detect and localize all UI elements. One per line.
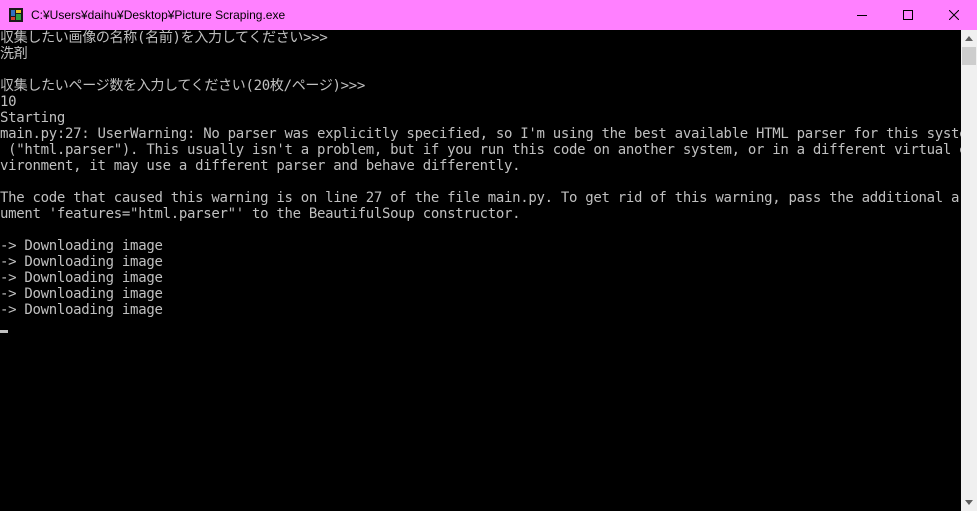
console-line: -> Downloading image: [0, 302, 163, 318]
console-line: ument 'features="html.parser"' to the Be…: [0, 206, 521, 222]
scroll-down-button[interactable]: [961, 494, 977, 511]
console-line: -> Downloading image: [0, 238, 163, 254]
console-line: 収集したい画像の名称(名前)を入力してください>>>: [0, 30, 328, 46]
console-output[interactable]: 収集したい画像の名称(名前)を入力してください>>> 洗剤 収集したいページ数を…: [0, 30, 961, 511]
maximize-button[interactable]: [885, 0, 931, 30]
minimize-button[interactable]: [839, 0, 885, 30]
console-line: ("html.parser"). This usually isn't a pr…: [0, 142, 961, 158]
text-cursor: [0, 330, 8, 333]
vertical-scrollbar[interactable]: [961, 30, 977, 511]
close-icon: [949, 10, 959, 20]
minimize-icon: [857, 15, 867, 16]
console-line: 収集したいページ数を入力してください(20枚/ページ)>>>: [0, 78, 366, 94]
console-line: 10: [0, 94, 17, 110]
app-icon[interactable]: [8, 7, 24, 23]
chevron-down-icon: [965, 500, 973, 505]
chevron-up-icon: [965, 36, 973, 41]
title-bar[interactable]: C:¥Users¥daihu¥Desktop¥Picture Scraping.…: [0, 0, 977, 30]
cursor-line: [0, 318, 961, 334]
console-line: -> Downloading image: [0, 270, 163, 286]
close-button[interactable]: [931, 0, 977, 30]
scrollbar-thumb[interactable]: [962, 47, 976, 65]
maximize-icon: [903, 10, 913, 20]
console-line: Starting: [0, 110, 66, 126]
console-line: 洗剤: [0, 46, 28, 62]
console-line: -> Downloading image: [0, 286, 163, 302]
console-line: The code that caused this warning is on …: [0, 190, 961, 206]
console-line: -> Downloading image: [0, 254, 163, 270]
scroll-up-button[interactable]: [961, 30, 977, 47]
console-line: main.py:27: UserWarning: No parser was e…: [0, 126, 961, 142]
console-line: vironment, it may use a different parser…: [0, 158, 521, 174]
window-title: C:¥Users¥daihu¥Desktop¥Picture Scraping.…: [31, 8, 286, 22]
